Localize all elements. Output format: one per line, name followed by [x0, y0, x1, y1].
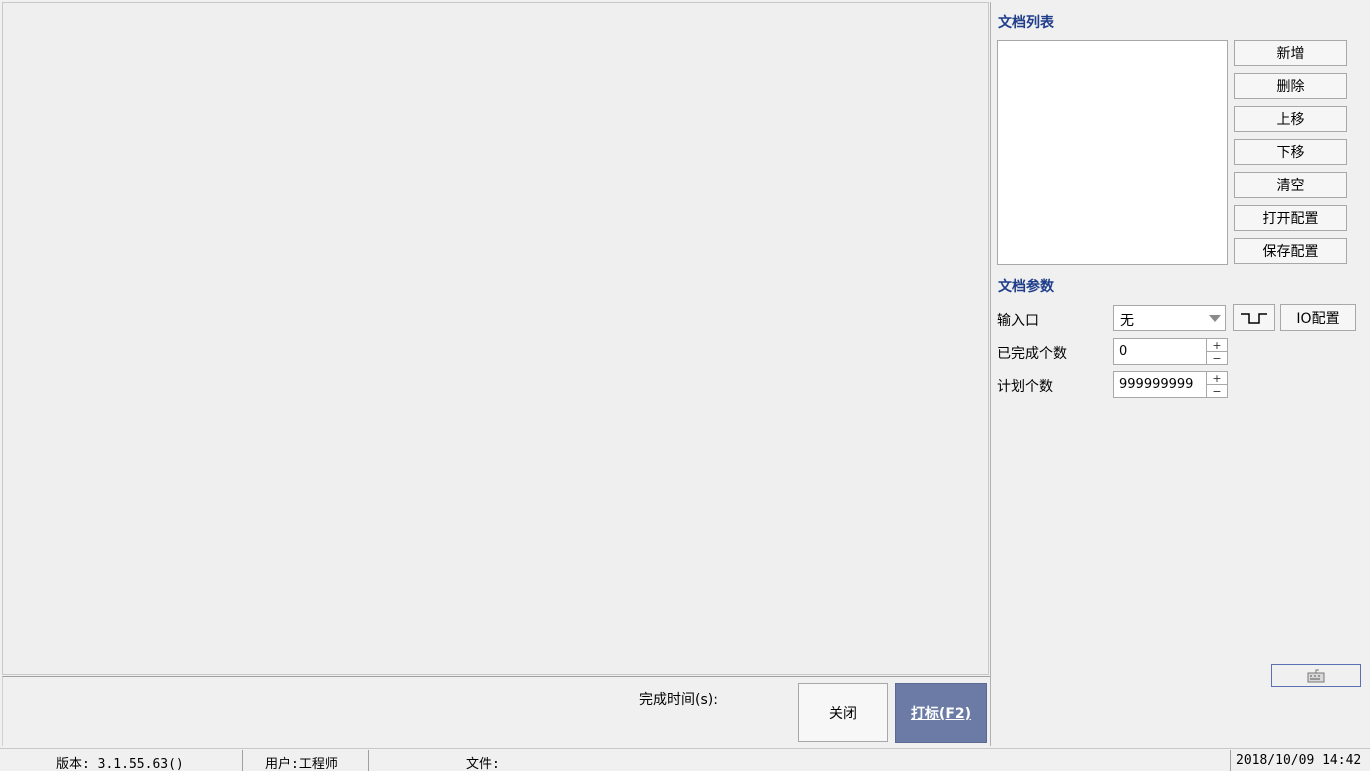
file-text: 文件: [466, 757, 500, 771]
version-text: 版本: 3.1.55.63() [56, 757, 184, 771]
bottom-action-bar: 完成时间(s): 关闭 打标(F2) [2, 676, 990, 746]
io-config-button[interactable]: IO配置 [1280, 304, 1356, 331]
add-button[interactable]: 新增 [1234, 40, 1347, 66]
planned-count-stepper[interactable]: 999999999 + − [1113, 371, 1228, 398]
doc-list-title: 文档列表 [998, 15, 1054, 31]
pulse-edge-icon [1241, 312, 1267, 324]
completed-count-value[interactable]: 0 [1119, 344, 1127, 359]
open-config-button[interactable]: 打开配置 [1234, 205, 1347, 231]
completed-count-label: 已完成个数 [997, 346, 1067, 362]
increment-icon[interactable]: + [1207, 339, 1227, 352]
status-separator [242, 750, 243, 771]
completed-count-stepper[interactable]: 0 + − [1113, 338, 1228, 365]
increment-icon[interactable]: + [1207, 372, 1227, 385]
clear-button[interactable]: 清空 [1234, 172, 1347, 198]
status-separator [1230, 750, 1231, 771]
planned-count-value[interactable]: 999999999 [1119, 377, 1193, 392]
keyboard-icon [1307, 669, 1325, 682]
completion-time-label: 完成时间(s): [639, 692, 718, 708]
completed-count-spin-buttons: + − [1206, 339, 1227, 364]
planned-count-label: 计划个数 [997, 379, 1053, 395]
user-text: 用户:工程师 [265, 757, 338, 771]
close-button[interactable]: 关闭 [798, 683, 888, 742]
doc-params-title: 文档参数 [998, 279, 1054, 295]
mark-button[interactable]: 打标(F2) [895, 683, 987, 743]
status-separator [368, 750, 369, 771]
chevron-down-icon [1209, 315, 1221, 322]
input-port-select[interactable]: 无 [1113, 305, 1226, 331]
save-config-button[interactable]: 保存配置 [1234, 238, 1347, 264]
app-window: 完成时间(s): 关闭 打标(F2) 文档列表 新增 删除 上移 下移 清空 打… [0, 0, 1370, 771]
keyboard-button[interactable] [1271, 664, 1361, 687]
input-port-value: 无 [1120, 313, 1134, 329]
datetime-text: 2018/10/09 14:42 [1236, 753, 1362, 768]
doc-list-box[interactable] [997, 40, 1228, 265]
move-down-button[interactable]: 下移 [1234, 139, 1347, 165]
decrement-icon[interactable]: − [1207, 352, 1227, 364]
right-panel: 文档列表 新增 删除 上移 下移 清空 打开配置 保存配置 文档参数 输入口 无… [991, 0, 1370, 746]
pulse-edge-button[interactable] [1233, 304, 1275, 331]
status-bar: 版本: 3.1.55.63() 用户:工程师 文件: 2018/10/09 14… [0, 748, 1370, 771]
input-port-label: 输入口 [997, 313, 1039, 329]
delete-button[interactable]: 删除 [1234, 73, 1347, 99]
planned-count-spin-buttons: + − [1206, 372, 1227, 397]
mark-preview-canvas[interactable] [2, 2, 989, 675]
move-up-button[interactable]: 上移 [1234, 106, 1347, 132]
decrement-icon[interactable]: − [1207, 385, 1227, 397]
